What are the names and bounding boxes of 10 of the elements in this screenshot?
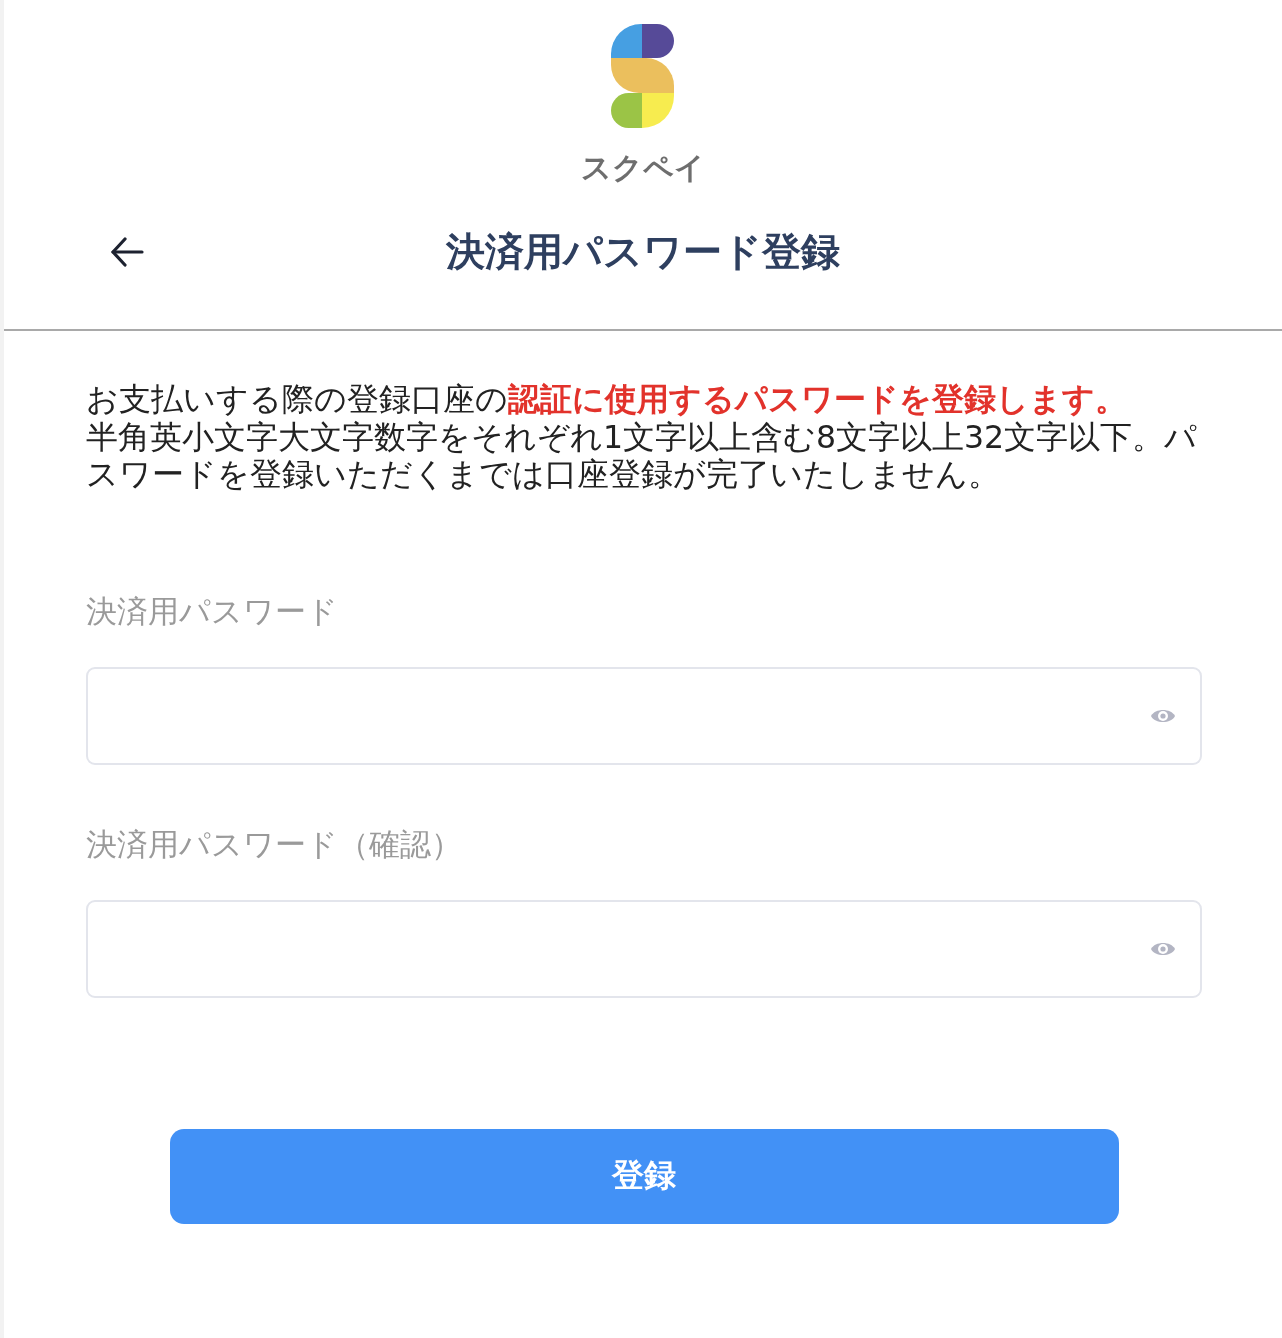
logo-wordmark: スクペイ <box>581 150 705 186</box>
logo-icon <box>611 24 675 128</box>
password-field[interactable] <box>86 666 1202 765</box>
field-label: 決済用パスワード（確認） <box>86 825 463 863</box>
intro-text: お支払いする際の登録口座の認証に使用するパスワードを登録します。 <box>86 381 1128 419</box>
register-button[interactable]: 登録 <box>169 1128 1119 1224</box>
field-label: 決済用パスワード <box>86 592 339 630</box>
password-field[interactable] <box>86 899 1202 998</box>
page-title: 決済用パスワード登録 <box>446 228 840 276</box>
requirements-text: 半角英小文字大文字数字をそれぞれ1文字以上含む8文字以上32文字以下。パスワードを登録いただくまでは口座登録が完了いたしません。 <box>86 418 1199 494</box>
